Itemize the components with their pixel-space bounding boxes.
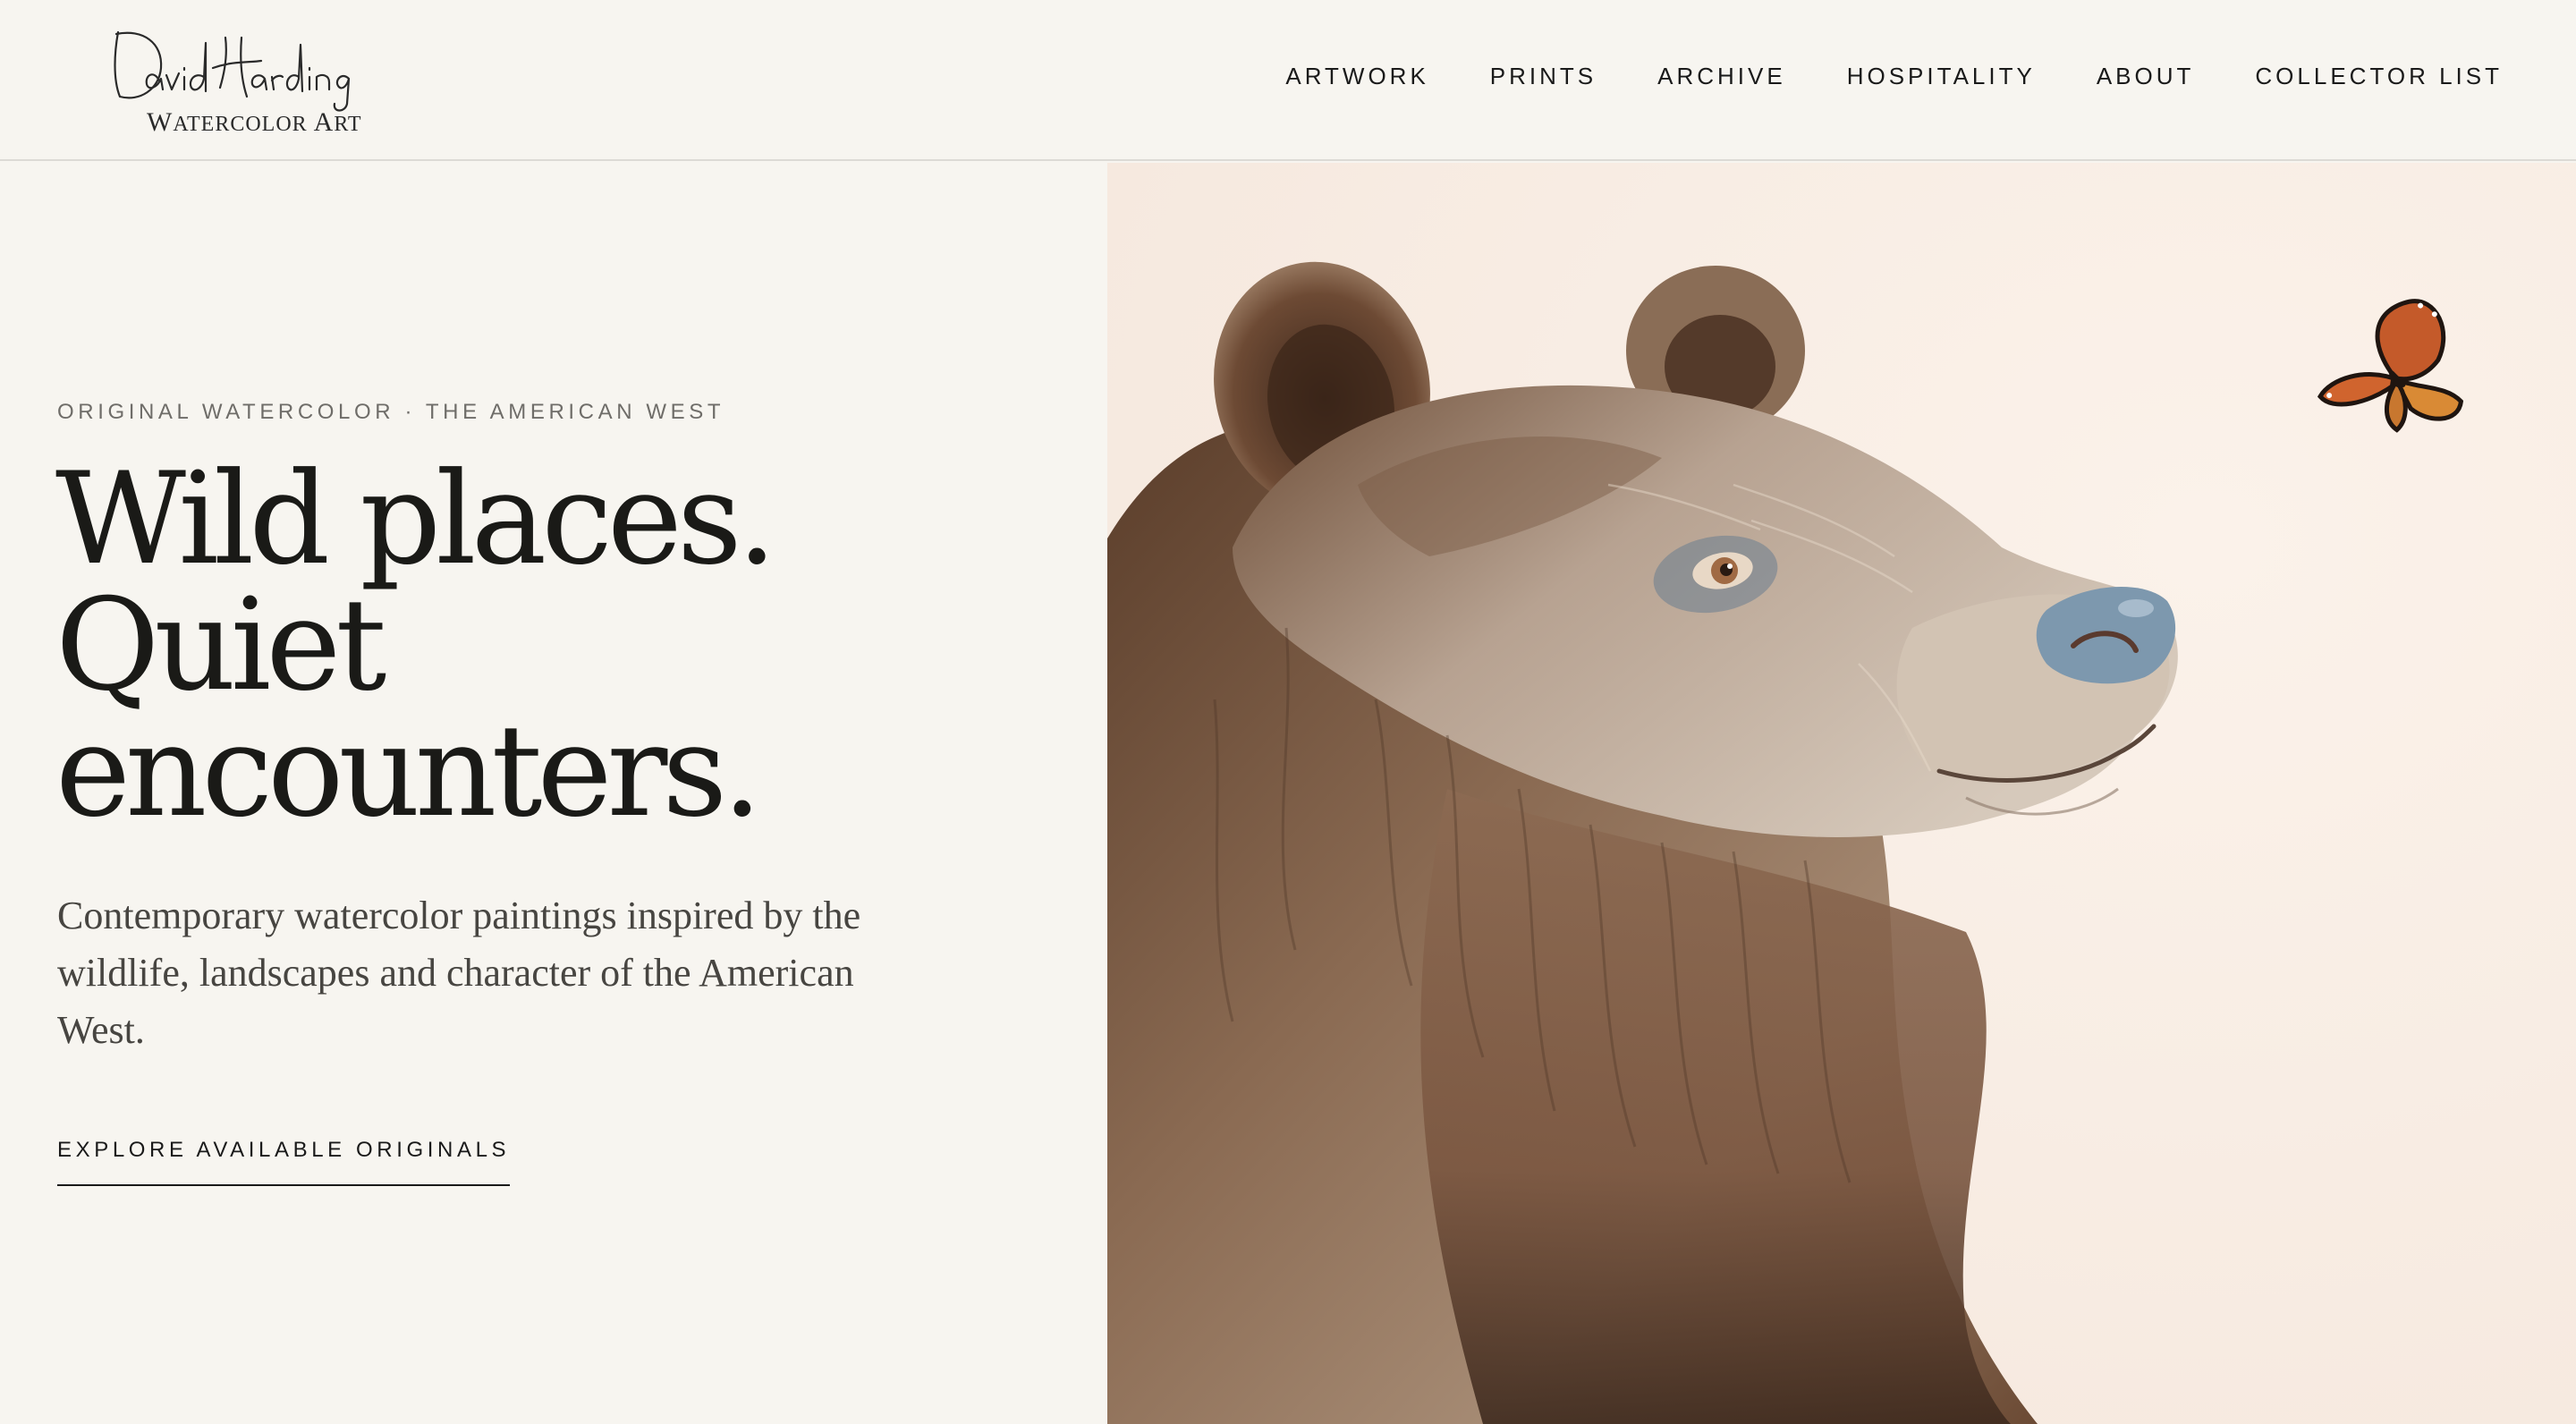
nav-archive[interactable]: ARCHIVE: [1657, 63, 1786, 90]
signature-logo-icon: [114, 30, 351, 112]
nav-about[interactable]: ABOUT: [2097, 63, 2195, 90]
nav-prints[interactable]: PRINTS: [1490, 63, 1597, 90]
headline-line-2: Quiet: [55, 572, 386, 719]
site-header: WATERCOLOR ART ARTWORK PRINTS ARCHIVE HO…: [0, 0, 2576, 161]
nav-collector-list[interactable]: COLLECTOR LIST: [2255, 63, 2503, 90]
brand-logo[interactable]: WATERCOLOR ART: [107, 25, 367, 141]
hero-artwork: [1107, 163, 2576, 1424]
main-nav: ARTWORK PRINTS ARCHIVE HOSPITALITY ABOUT…: [1224, 63, 2503, 90]
nav-hospitality[interactable]: HOSPITALITY: [1847, 63, 2036, 90]
explore-originals-link[interactable]: EXPLORE AVAILABLE ORIGINALS: [57, 1138, 511, 1186]
nav-artwork[interactable]: ARTWORK: [1285, 63, 1428, 90]
hero-headline: Wild places. Quiet encounters.: [55, 456, 1039, 835]
headline-line-3: encounters.: [55, 698, 762, 845]
butterfly-illustration: [2317, 299, 2464, 433]
hero-subcopy: Contemporary watercolor paintings inspir…: [57, 894, 861, 1052]
headline-line-1: Wild places.: [55, 445, 777, 593]
brand-subtitle: WATERCOLOR ART: [147, 107, 362, 137]
hero-eyebrow: ORIGINAL WATERCOLOR · THE AMERICAN WEST: [57, 400, 725, 424]
